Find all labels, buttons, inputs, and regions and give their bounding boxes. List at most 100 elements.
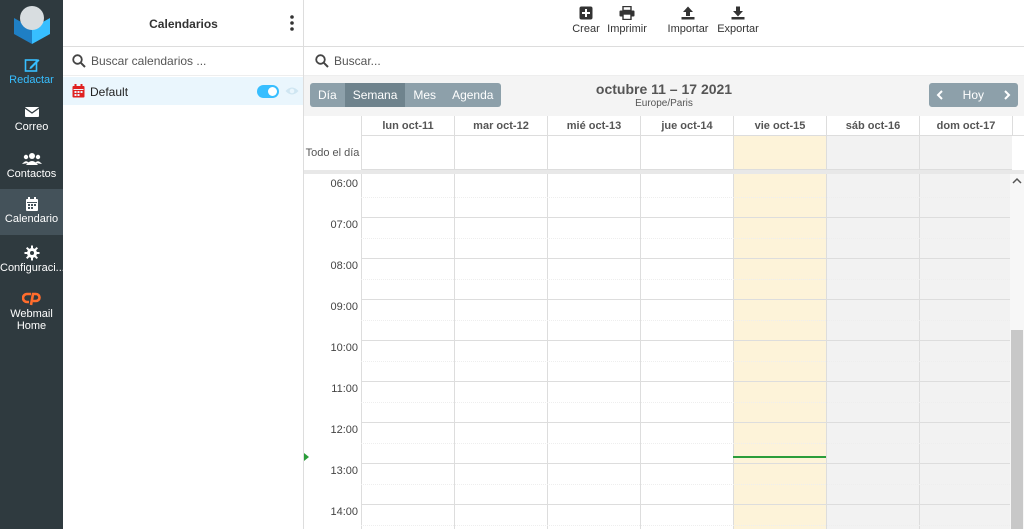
calendar-enabled-toggle[interactable] [257, 85, 279, 98]
more-options-icon[interactable] [289, 14, 295, 32]
previous-button[interactable] [928, 83, 951, 107]
calendar-icon [72, 84, 85, 98]
day-header[interactable]: jue oct-14 [640, 116, 733, 136]
nav-contacts[interactable]: Contactos [0, 144, 63, 190]
today-button[interactable]: Hoy [950, 83, 996, 107]
day-header[interactable]: mar oct-12 [454, 116, 547, 136]
day-header[interactable]: vie oct-15 [733, 116, 826, 136]
view-agenda-button[interactable]: Agenda [444, 83, 502, 107]
next-button[interactable] [996, 83, 1018, 107]
hour-line [361, 381, 1010, 382]
scrollbar-thumb[interactable] [1011, 330, 1023, 529]
import-label: Importar [667, 23, 709, 35]
day-column[interactable] [640, 174, 733, 529]
view-week-button[interactable]: Semana [344, 83, 406, 107]
nav-webmail-home[interactable]: Webmail Home [0, 284, 63, 334]
upload-icon [681, 6, 695, 20]
all-day-cell[interactable] [919, 136, 1012, 170]
all-day-label: Todo el día [305, 147, 360, 159]
day-column[interactable] [733, 174, 826, 529]
nav-webmail-home-label: Webmail Home [10, 308, 53, 332]
half-hour-line [361, 525, 1010, 526]
printer-icon [619, 6, 635, 20]
all-day-cell[interactable] [547, 136, 640, 170]
nav-settings[interactable]: Configuraci... [0, 238, 63, 284]
current-time-line [733, 456, 826, 458]
hour-line [361, 299, 1010, 300]
search-icon [315, 54, 329, 68]
time-label: 08:00 [330, 260, 358, 272]
nav-calendar-label: Calendario [4, 213, 59, 225]
all-day-cell[interactable] [733, 136, 826, 170]
view-day-button[interactable]: Día [310, 83, 345, 107]
day-header[interactable]: lun oct-11 [361, 116, 454, 136]
half-hour-line [361, 279, 1010, 280]
day-column[interactable] [454, 174, 547, 529]
calendar-item-default[interactable]: Default [63, 77, 303, 105]
hour-line [361, 217, 1010, 218]
events-search-input[interactable] [334, 51, 634, 71]
hour-line [361, 258, 1010, 259]
print-button[interactable]: Imprimir [607, 6, 647, 35]
week-grid: Todo el día 06:00 07:00 08:00 09:00 10:00 11:… [304, 116, 1024, 529]
nav-mail-label: Correo [14, 121, 49, 133]
day-column[interactable] [361, 174, 454, 529]
all-day-cell[interactable] [454, 136, 547, 170]
grid-scrollbar[interactable] [1010, 174, 1024, 529]
chevron-right-icon [1004, 90, 1011, 100]
search-icon [72, 54, 86, 68]
time-label: 13:00 [330, 465, 358, 477]
export-label: Exportar [717, 23, 759, 35]
time-label: 07:00 [330, 219, 358, 231]
time-label: 09:00 [330, 301, 358, 313]
half-hour-line [361, 484, 1010, 485]
all-day-cell[interactable] [361, 136, 454, 170]
calendar-item-name: Default [90, 85, 129, 99]
half-hour-line [361, 238, 1010, 239]
all-day-cell[interactable] [640, 136, 733, 170]
chevron-left-icon [936, 90, 943, 100]
main-nav: Redactar Correo Contactos Calendario Con… [0, 0, 63, 529]
half-hour-line [361, 320, 1010, 321]
download-icon [731, 6, 745, 20]
all-day-cell[interactable] [826, 136, 919, 170]
calendar-main: Crear Imprimir Importar Exportar Buscar.… [304, 0, 1024, 529]
day-column[interactable] [919, 174, 1012, 529]
eye-icon[interactable] [285, 85, 299, 97]
calendars-search [63, 47, 303, 76]
calendars-title: Calendarios [149, 17, 218, 31]
contacts-icon [21, 153, 42, 165]
half-hour-line [361, 443, 1010, 444]
create-button[interactable]: Crear [571, 6, 601, 35]
import-button[interactable]: Importar [667, 6, 709, 35]
compose-icon [24, 59, 39, 72]
day-column[interactable] [547, 174, 640, 529]
time-label: 10:00 [330, 342, 358, 354]
view-month-button[interactable]: Mes [405, 83, 445, 107]
day-column[interactable] [826, 174, 919, 529]
half-hour-line [361, 361, 1010, 362]
time-label: 11:00 [331, 383, 358, 395]
view-switcher: Día Semana Mes Agenda [310, 83, 502, 107]
time-grid: 06:00 07:00 08:00 09:00 10:00 11:00 12:00 13:00… [304, 174, 1024, 529]
current-time-marker [304, 453, 309, 461]
time-label: 14:00 [330, 506, 358, 518]
create-label: Crear [572, 23, 600, 35]
export-button[interactable]: Exportar [717, 6, 759, 35]
half-hour-line [361, 197, 1010, 198]
calendars-header: Calendarios [63, 0, 303, 47]
day-header[interactable]: mié oct-13 [547, 116, 640, 136]
cpanel-icon [21, 292, 41, 306]
nav-calendar[interactable]: Calendario [0, 189, 63, 235]
time-label: 06:00 [330, 178, 358, 190]
plus-square-icon [579, 6, 593, 20]
day-header[interactable]: dom oct-17 [919, 116, 1012, 136]
day-header[interactable]: sáb oct-16 [826, 116, 919, 136]
date-navigation: Hoy [928, 83, 1018, 107]
calendars-search-input[interactable] [91, 51, 291, 71]
gear-icon [24, 245, 39, 261]
nav-mail[interactable]: Correo [0, 97, 63, 143]
nav-compose-label: Redactar [9, 74, 54, 86]
scroll-up-icon[interactable] [1012, 177, 1022, 185]
nav-compose[interactable]: Redactar [0, 50, 63, 96]
